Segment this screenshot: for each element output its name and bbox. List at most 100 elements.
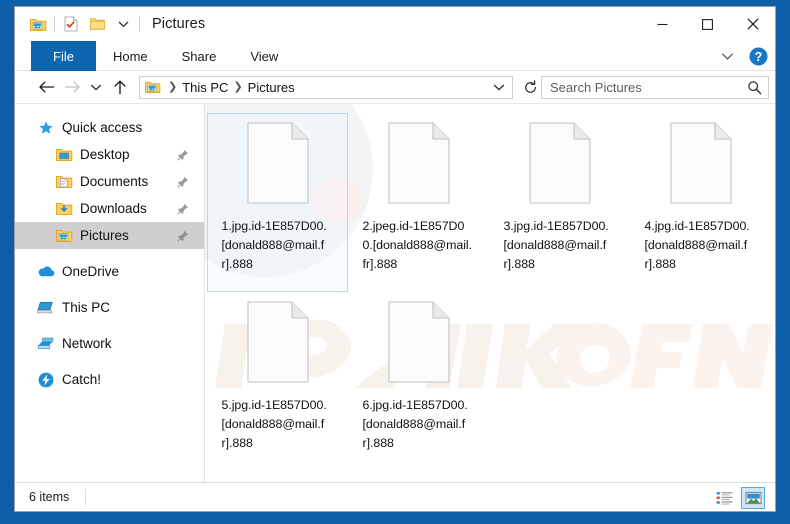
- sidebar-label: Downloads: [80, 201, 147, 216]
- window-title: Pictures: [152, 16, 206, 32]
- pictures-folder-icon: [55, 227, 73, 245]
- desktop-background: Pictures File Home Share View ? ❯ This P…: [0, 0, 790, 524]
- checkbox-document-icon[interactable]: [58, 12, 84, 36]
- search-icon[interactable]: [747, 80, 762, 95]
- file-item[interactable]: 4.jpg.id-1E857D00.[donald888@mail.fr].88…: [630, 113, 771, 292]
- file-name: 4.jpg.id-1E857D00.[donald888@mail.fr].88…: [644, 219, 750, 271]
- details-view-button[interactable]: [712, 487, 736, 509]
- toolbar-separator: [54, 16, 55, 32]
- breadcrumb-this-pc[interactable]: This PC: [182, 80, 228, 95]
- new-folder-icon[interactable]: [84, 12, 110, 36]
- svg-text:?: ?: [754, 50, 762, 64]
- item-count-label: 6 items: [29, 490, 70, 504]
- sidebar-label: Desktop: [80, 147, 130, 162]
- sidebar-item-documents[interactable]: Documents: [15, 168, 205, 195]
- desktop-folder-icon: [55, 146, 73, 164]
- address-bar[interactable]: ❯ This PC ❯ Pictures: [139, 75, 513, 99]
- tab-share[interactable]: Share: [165, 41, 234, 71]
- navigation-pane-divider: [204, 104, 205, 482]
- sidebar-item-downloads[interactable]: Downloads: [15, 195, 205, 222]
- blank-document-icon: [386, 300, 452, 384]
- sidebar-label: Pictures: [80, 228, 129, 243]
- documents-folder-icon: [55, 173, 73, 191]
- tab-file[interactable]: File: [31, 41, 96, 71]
- navigation-pane: Quick access Desktop Documents Downloads…: [15, 104, 205, 482]
- search-box[interactable]: Search Pictures: [541, 75, 769, 99]
- status-bar: 6 items: [15, 482, 775, 511]
- help-question-icon[interactable]: ?: [745, 42, 771, 70]
- blank-document-icon: [527, 121, 593, 205]
- sidebar-item-this-pc[interactable]: This PC: [15, 294, 205, 321]
- sidebar-label: Documents: [80, 174, 149, 189]
- address-bar-row: ❯ This PC ❯ Pictures Search Pictures: [15, 71, 775, 104]
- pin-icon[interactable]: [177, 203, 189, 215]
- file-name: 1.jpg.id-1E857D00.[donald888@mail.fr].88…: [221, 219, 327, 271]
- file-item[interactable]: 5.jpg.id-1E857D00.[donald888@mail.fr].88…: [207, 292, 348, 471]
- sidebar-item-quick-access[interactable]: Quick access: [15, 114, 205, 141]
- title-bar: Pictures: [15, 7, 775, 41]
- ribbon-tab-bar: File Home Share View ?: [15, 41, 775, 71]
- up-button[interactable]: [107, 74, 133, 100]
- blank-document-icon: [386, 121, 452, 205]
- view-toggle-group: [712, 483, 765, 511]
- downloads-folder-icon: [55, 200, 73, 218]
- file-item[interactable]: 1.jpg.id-1E857D00.[donald888@mail.fr].88…: [207, 113, 348, 292]
- close-button[interactable]: [730, 7, 775, 41]
- file-item[interactable]: 2.jpeg.id-1E857D00.[donald888@mail.fr].8…: [348, 113, 489, 292]
- sidebar-label: Catch!: [62, 372, 102, 387]
- sidebar-item-desktop[interactable]: Desktop: [15, 141, 205, 168]
- title-separator: [139, 16, 140, 32]
- sidebar-label: This PC: [62, 300, 111, 315]
- catch-icon: [37, 371, 55, 389]
- file-grid: 1.jpg.id-1E857D00.[donald888@mail.fr].88…: [205, 104, 775, 471]
- address-dropdown-chevron-down-icon[interactable]: [490, 83, 512, 92]
- blank-document-icon: [668, 121, 734, 205]
- chevron-down-icon[interactable]: [110, 12, 136, 36]
- sidebar-label: Network: [62, 336, 112, 351]
- recent-locations-chevron-down-icon[interactable]: [85, 74, 107, 100]
- file-name: 6.jpg.id-1E857D00.[donald888@mail.fr].88…: [362, 398, 468, 450]
- file-name: 2.jpeg.id-1E857D00.[donald888@mail.fr].8…: [362, 219, 473, 271]
- properties-icon[interactable]: [25, 12, 51, 36]
- forward-button: [59, 74, 85, 100]
- maximize-button[interactable]: [685, 7, 730, 41]
- this-pc-icon: [37, 299, 55, 317]
- sidebar-item-network[interactable]: Network: [15, 330, 205, 357]
- file-list-view[interactable]: 1.jpg.id-1E857D00.[donald888@mail.fr].88…: [205, 104, 775, 482]
- tab-home[interactable]: Home: [96, 41, 165, 71]
- star-icon: [37, 119, 55, 137]
- ribbon-controls: ?: [713, 41, 771, 71]
- network-icon: [37, 335, 55, 353]
- blank-document-icon: [245, 300, 311, 384]
- file-name: 3.jpg.id-1E857D00.[donald888@mail.fr].88…: [503, 219, 609, 271]
- pin-icon[interactable]: [177, 230, 189, 242]
- pin-icon[interactable]: [177, 176, 189, 188]
- quick-access-toolbar: Pictures: [15, 7, 205, 41]
- explorer-body: Quick access Desktop Documents Downloads…: [15, 104, 775, 482]
- minimize-ribbon-chevron-down-icon[interactable]: [713, 42, 741, 70]
- file-item[interactable]: 3.jpg.id-1E857D00.[donald888@mail.fr].88…: [489, 113, 630, 292]
- window-controls: [640, 7, 775, 41]
- breadcrumb-separator: ❯: [233, 80, 243, 93]
- search-input[interactable]: Search Pictures: [550, 80, 747, 95]
- file-explorer-window: Pictures File Home Share View ? ❯ This P…: [14, 6, 776, 512]
- onedrive-cloud-icon: [37, 263, 55, 281]
- sidebar-item-onedrive[interactable]: OneDrive: [15, 258, 205, 285]
- large-icons-view-button[interactable]: [741, 486, 765, 509]
- refresh-button[interactable]: [519, 79, 541, 95]
- pin-icon[interactable]: [177, 149, 189, 161]
- status-separator: [85, 488, 87, 506]
- file-item[interactable]: 6.jpg.id-1E857D00.[donald888@mail.fr].88…: [348, 292, 489, 471]
- tab-view[interactable]: View: [233, 41, 295, 71]
- sidebar-item-catch[interactable]: Catch!: [15, 366, 205, 393]
- sidebar-item-pictures[interactable]: Pictures: [15, 222, 205, 249]
- back-button[interactable]: [33, 74, 59, 100]
- breadcrumb-separator: ❯: [168, 80, 178, 93]
- sidebar-label: Quick access: [62, 120, 143, 135]
- breadcrumb-pictures[interactable]: Pictures: [248, 80, 295, 95]
- minimize-button[interactable]: [640, 7, 685, 41]
